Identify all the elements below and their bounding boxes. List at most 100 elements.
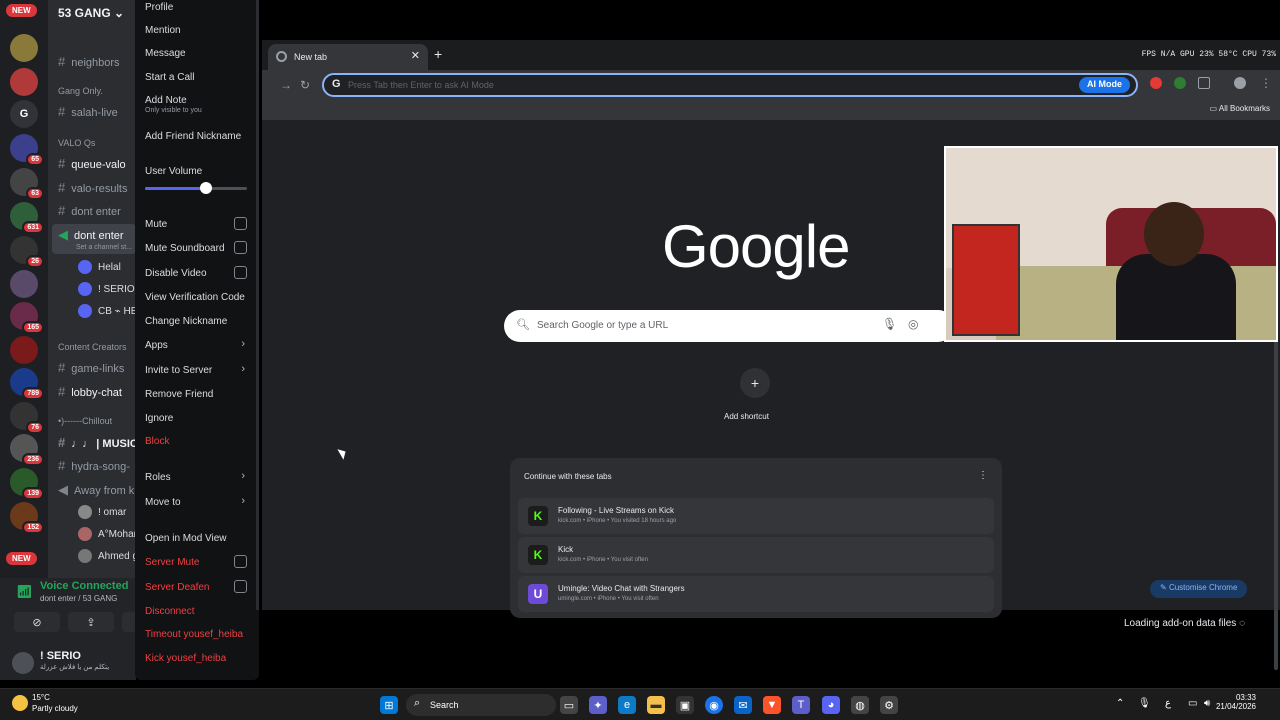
guild-name[interactable]: 53 GANG ⌄	[58, 6, 124, 20]
menu-item-start-call[interactable]: Start a Call	[145, 72, 194, 83]
voice-user[interactable]: Ahmed g	[78, 549, 136, 563]
mic-icon[interactable]: 🎙︎	[1138, 698, 1151, 709]
language-indicator[interactable]: ع	[1165, 698, 1171, 709]
search-box[interactable]: 🔍︎ Search Google or type a URL 🎙︎ ◎	[504, 310, 954, 342]
user-volume-slider[interactable]	[145, 182, 247, 194]
profile-avatar[interactable]	[1234, 77, 1246, 89]
copilot-icon[interactable]: ✦	[589, 696, 607, 714]
menu-item-kick[interactable]: Kick yousef_heiba	[145, 653, 226, 664]
menu-item-apps[interactable]: Apps	[145, 340, 168, 351]
discord-icon[interactable]: ◕	[822, 696, 840, 714]
category-chillout[interactable]: •)------Chillout	[58, 416, 112, 426]
all-bookmarks-button[interactable]: ▭ All Bookmarks	[1210, 104, 1270, 113]
lens-icon[interactable]: ◎	[908, 317, 918, 331]
mail-icon[interactable]: ✉	[734, 696, 752, 714]
menu-item-verification[interactable]: View Verification Code	[145, 292, 245, 303]
voice-user[interactable]: Helal	[78, 260, 121, 274]
mute-soundboard-checkbox[interactable]	[234, 241, 247, 254]
tab-new-tab[interactable]: New tab ✕	[268, 44, 428, 70]
list-item[interactable]: K Kick kick.com • iPhone • You visit oft…	[518, 537, 994, 573]
reload-icon[interactable]: ↻	[300, 78, 310, 92]
voice-user[interactable]: A°Mohar	[78, 527, 136, 541]
server-icon[interactable]: 76	[10, 402, 44, 434]
start-icon[interactable]: ⊞	[380, 696, 398, 714]
voice-channel-dont-enter[interactable]: ◀ dont enter Set a channel st...	[52, 224, 136, 254]
server-icon[interactable]: 63	[10, 168, 44, 200]
mute-checkbox[interactable]	[234, 217, 247, 230]
menu-item-mod-view[interactable]: Open in Mod View	[145, 533, 227, 544]
server-mute-checkbox[interactable]	[234, 555, 247, 568]
channel-hydra[interactable]: # hydra-song-	[58, 458, 130, 473]
omnibox[interactable]: G Press Tab then Enter to ask AI Mode AI…	[322, 73, 1138, 97]
voice-channel-away[interactable]: ◀ Away from k	[58, 482, 134, 498]
clock[interactable]: 03:33 21/04/2026	[1216, 693, 1256, 711]
menu-item-server-mute[interactable]: Server Mute	[145, 557, 199, 568]
customise-chrome-button[interactable]: ✎ Customise Chrome	[1150, 580, 1248, 598]
menu-item-mute[interactable]: Mute	[145, 219, 167, 230]
mic-icon[interactable]: 🎙︎	[882, 317, 897, 331]
server-icon[interactable]: 236	[10, 434, 44, 466]
voice-user[interactable]: ! omar	[78, 505, 126, 519]
extension-record-icon[interactable]	[1150, 77, 1162, 89]
server-icon[interactable]	[10, 270, 38, 298]
extension-green-icon[interactable]	[1174, 77, 1186, 89]
category-valo[interactable]: VALO Qs	[58, 138, 95, 148]
teams-icon[interactable]: T	[792, 696, 810, 714]
file-explorer-icon[interactable]: ▬	[647, 696, 665, 714]
server-icon[interactable]: 789	[10, 368, 44, 400]
channel-valo-results[interactable]: # valo-results	[58, 180, 127, 195]
menu-item-add-note[interactable]: Add Note Only visible to you	[145, 95, 202, 114]
menu-item-add-friend-nickname[interactable]: Add Friend Nickname	[145, 131, 241, 142]
voice-user[interactable]: CB ⌁ HE	[78, 304, 136, 318]
list-item[interactable]: U Umingle: Video Chat with Strangers umi…	[518, 576, 994, 612]
card-menu-icon[interactable]: ⋮	[978, 470, 988, 481]
forward-icon[interactable]: →	[280, 78, 292, 92]
menu-item-remove-friend[interactable]: Remove Friend	[145, 389, 213, 400]
avatar[interactable]	[12, 652, 34, 674]
menu-item-roles[interactable]: Roles	[145, 472, 171, 483]
store-icon[interactable]: ▣	[676, 696, 694, 714]
server-icon[interactable]: 152	[10, 502, 44, 534]
chrome-icon[interactable]: ◉	[705, 696, 723, 714]
network-icon[interactable]: ▭	[1188, 698, 1197, 709]
tray-chevron-up-icon[interactable]: ⌃	[1116, 698, 1124, 709]
server-icon[interactable]: 631	[10, 202, 44, 234]
server-icon[interactable]	[10, 68, 38, 96]
menu-item-move-to[interactable]: Move to	[145, 497, 181, 508]
menu-kebab-icon[interactable]: ⋮	[1260, 76, 1272, 90]
menu-item-timeout[interactable]: Timeout yousef_heiba	[145, 629, 243, 640]
taskbar-search[interactable]: ⌕ Search	[406, 694, 556, 716]
settings-gear-icon[interactable]: ⚙	[880, 696, 898, 714]
new-tab-button[interactable]: +	[434, 46, 442, 62]
volume-icon[interactable]: 🔊︎	[1204, 698, 1210, 709]
menu-item-mute-soundboard[interactable]: Mute Soundboard	[145, 243, 225, 254]
activity-button[interactable]	[122, 612, 136, 632]
voice-connected-label[interactable]: Voice Connected	[40, 580, 128, 592]
add-shortcut-button[interactable]: +	[740, 368, 770, 398]
volume-knob[interactable]	[200, 182, 213, 194]
menu-item-server-deafen[interactable]: Server Deafen	[145, 582, 209, 593]
menu-item-ignore[interactable]: Ignore	[145, 413, 173, 424]
category-gang-only[interactable]: Gang Only.	[58, 86, 103, 96]
server-icon[interactable]	[10, 34, 38, 62]
channel-neighbors[interactable]: # neighbors	[58, 54, 120, 69]
menu-item-change-nickname[interactable]: Change Nickname	[145, 316, 227, 327]
channel-queue-valo[interactable]: # queue-valo	[58, 156, 126, 171]
channel-dont-enter[interactable]: # dont enter	[58, 203, 121, 218]
menu-item-disconnect[interactable]: Disconnect	[145, 606, 194, 617]
ai-mode-button[interactable]: AI Mode	[1079, 77, 1130, 93]
brave-icon[interactable]: ▼	[763, 696, 781, 714]
server-icon[interactable]	[10, 336, 38, 364]
channel-lobby-chat[interactable]: # lobby-chat	[58, 384, 122, 399]
server-icon[interactable]: G	[10, 100, 38, 128]
edge-icon[interactable]: e	[618, 696, 636, 714]
obs-icon[interactable]: ◍	[851, 696, 869, 714]
channel-salah-live[interactable]: # salah-live	[58, 104, 118, 119]
menu-scrollbar[interactable]	[256, 0, 259, 610]
screen-share-button[interactable]: ⇪	[68, 612, 114, 632]
server-deafen-checkbox[interactable]	[234, 580, 247, 593]
menu-item-mention[interactable]: Mention	[145, 25, 181, 36]
video-off-button[interactable]: ⊘	[14, 612, 60, 632]
server-icon[interactable]: 139	[10, 468, 44, 500]
list-item[interactable]: K Following - Live Streams on Kick kick.…	[518, 498, 994, 534]
